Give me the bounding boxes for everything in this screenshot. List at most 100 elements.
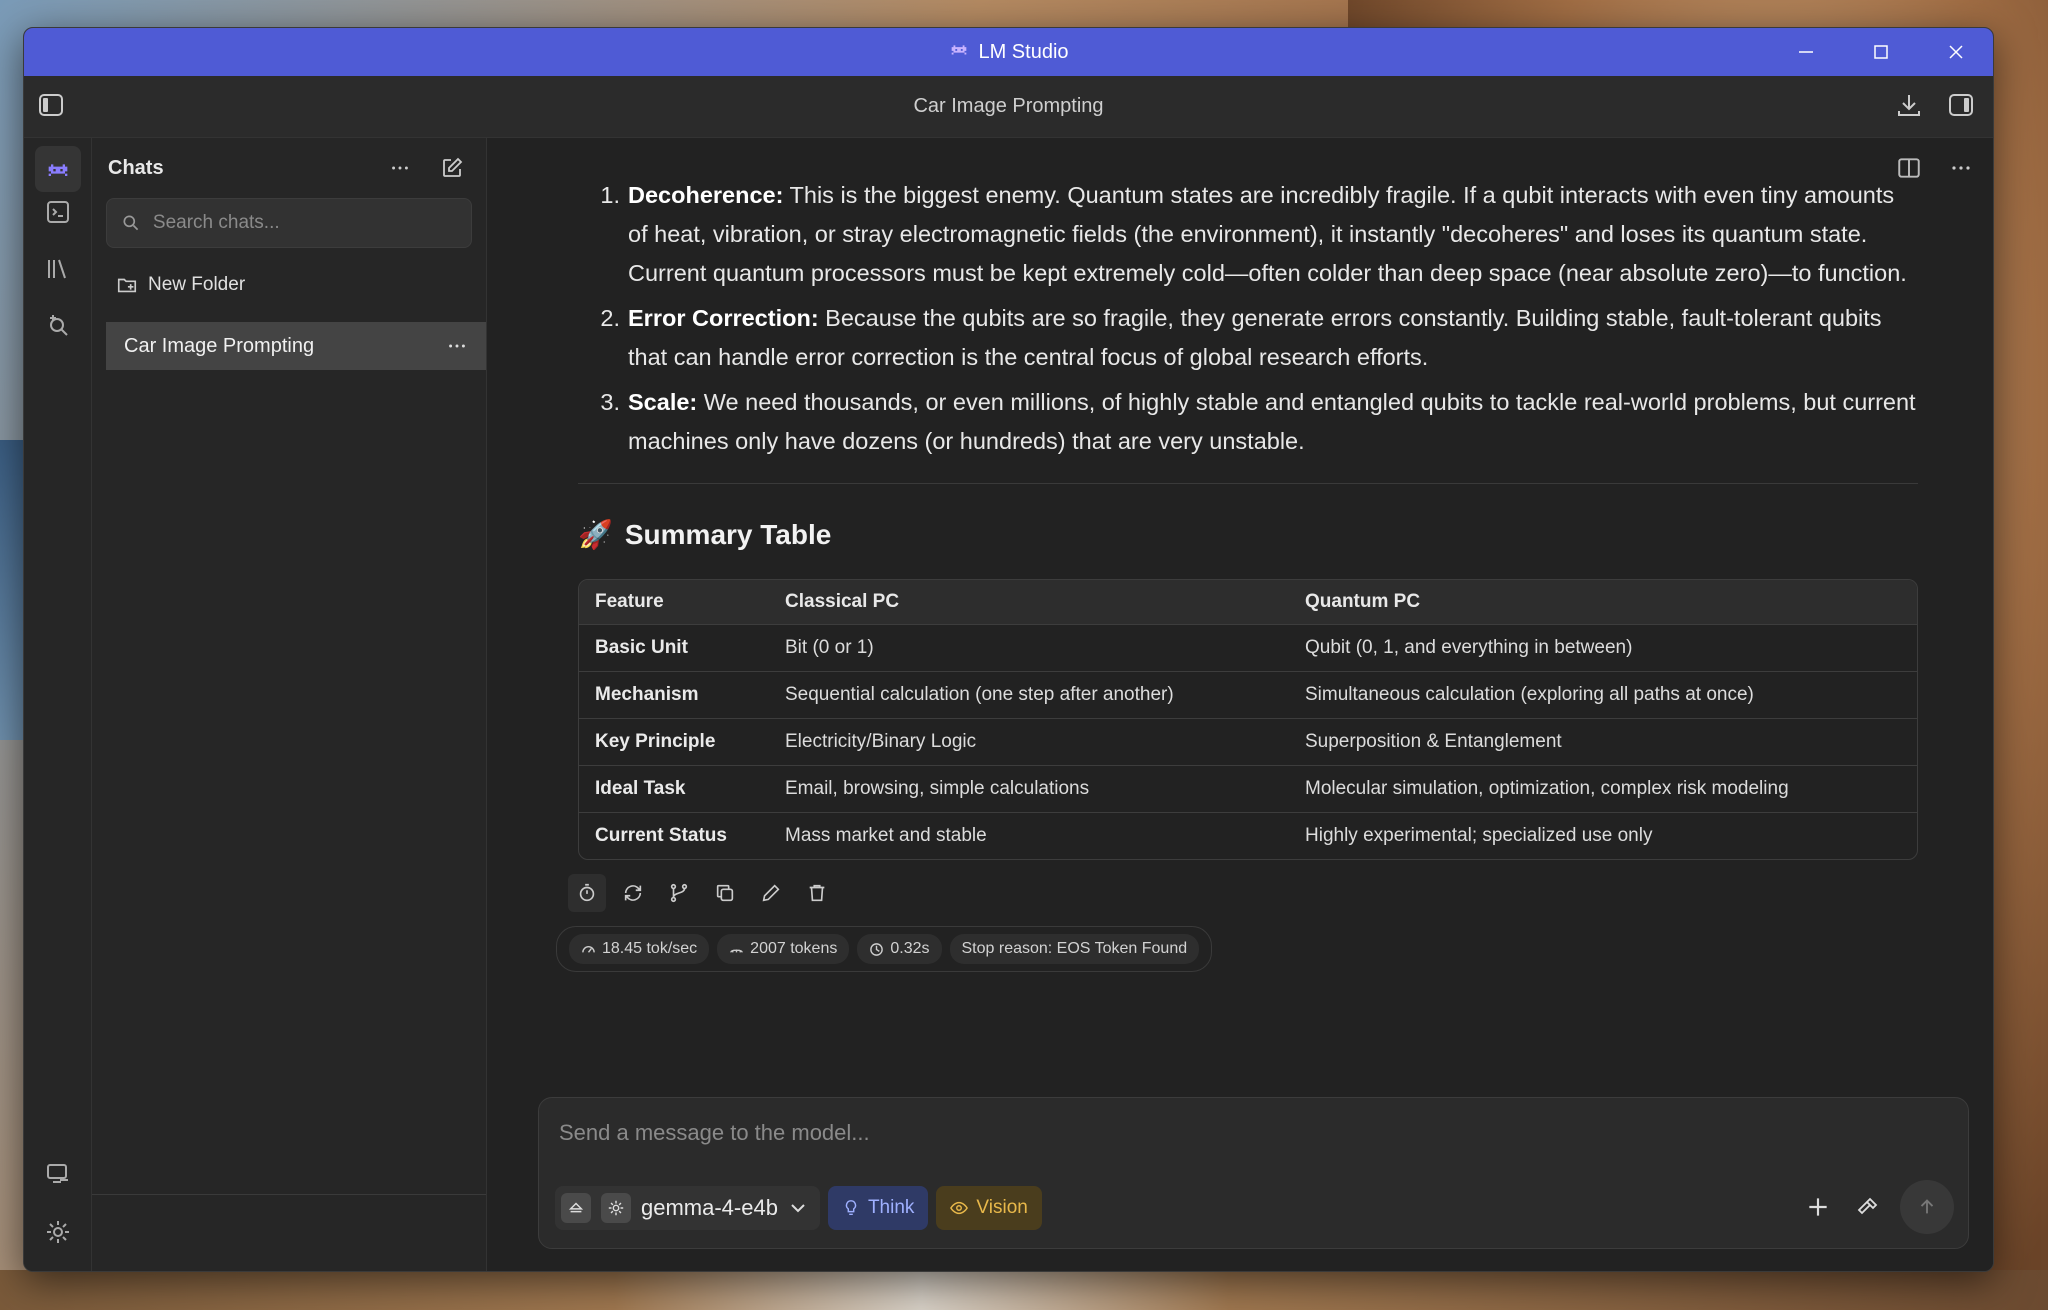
table-cell: Qubit (0, 1, and everything in between) [1289,624,1917,671]
table-row: Key Principle Electricity/Binary Logic S… [579,718,1917,765]
rail-settings-button[interactable] [35,1209,81,1255]
chat-robot-icon [48,164,68,176]
chats-heading: Chats [108,156,164,179]
pencil-icon [762,884,780,902]
table-row: Ideal Task Email, browsing, simple calcu… [579,765,1917,812]
chat-item-label: Car Image Prompting [124,334,315,357]
rail-developer-button[interactable] [35,189,81,235]
new-folder-button[interactable]: New Folder [106,262,472,308]
stop-reason-stat: Stop reason: EOS Token Found [949,934,1200,964]
composer-tools [1800,1180,1954,1234]
eject-icon [568,1202,584,1213]
devices-link-icon [47,1164,68,1183]
table-cell: Superposition & Entanglement [1289,718,1917,765]
rail-discover-button[interactable] [35,301,81,347]
rail-link-devices-button[interactable] [35,1151,81,1197]
rail-models-button[interactable] [35,246,81,292]
table-cell: Molecular simulation, optimization, comp… [1289,765,1917,812]
timer-button[interactable] [568,874,606,912]
folder-plus-icon [117,278,137,293]
table-cell: Basic Unit [579,624,769,671]
sidebar-footer-divider [92,1194,486,1195]
eject-model-button[interactable] [561,1193,591,1223]
hammer-icon [1857,1197,1878,1215]
compose-icon [443,157,463,177]
new-chat-button[interactable] [434,150,470,186]
time-stat: 0.32s [857,934,942,964]
delete-button[interactable] [798,874,836,912]
vision-toggle[interactable]: Vision [936,1186,1042,1230]
list-item: 1. Decoherence: This is the biggest enem… [600,182,1907,286]
chat-item-more-icon[interactable] [446,335,468,357]
message-composer: gemma-4-e4b Think Vision [538,1097,1969,1249]
more-horizontal-icon [392,166,408,170]
table-cell: Bit (0 or 1) [769,624,1289,671]
copy-icon [716,884,734,902]
table-header: Classical PC [769,580,1289,624]
attach-button[interactable] [1800,1189,1836,1225]
table-cell: Current Status [579,812,769,859]
table-cell: Simultaneous calculation (exploring all … [1289,671,1917,718]
eye-icon [950,1201,969,1215]
table-cell: Highly experimental; specialized use onl… [1289,812,1917,859]
gauge-icon [582,945,595,953]
app-title: LM Studio [948,38,1069,66]
arrow-up-icon [1920,1199,1934,1214]
list-item: 2. Error Correction: Because the qubits … [600,305,1882,370]
think-toggle[interactable]: Think [827,1186,929,1230]
toggle-sidebar-button[interactable] [37,91,65,119]
search-input[interactable] [152,212,457,234]
chats-sidebar: Chats New Folder Car Image Prompting [92,138,487,1271]
search-chats [106,198,472,248]
maximize-button[interactable] [1843,28,1918,76]
download-button[interactable] [1895,91,1923,119]
tools-button[interactable] [1850,1189,1886,1225]
table-cell: Mass market and stable [769,812,1289,859]
gear-icon [608,1200,624,1216]
chevron-down-icon [791,1204,805,1213]
table-cell: Email, browsing, simple calculations [769,765,1289,812]
rail-chat-button[interactable] [35,146,81,192]
table-header: Feature [579,580,769,624]
terminal-icon [47,201,69,223]
regenerate-button[interactable] [614,874,652,912]
close-button[interactable] [1918,28,1993,76]
summary-heading: 🚀 Summary Table [578,518,832,551]
table-row: Basic Unit Bit (0 or 1) Qubit (0, 1, and… [579,624,1917,671]
composer-controls: gemma-4-e4b Think Vision [555,1186,1042,1230]
trash-icon [809,884,825,902]
table-cell: Sequential calculation (one step after a… [769,671,1289,718]
chats-more-button[interactable] [382,150,418,186]
copy-button[interactable] [706,874,744,912]
minimize-button[interactable] [1768,28,1843,76]
more-horizontal-icon [1952,166,1970,170]
model-selector[interactable]: gemma-4-e4b [555,1186,820,1230]
message-actions [568,874,1918,912]
clock-icon [870,942,884,956]
message-input[interactable] [559,1120,1948,1160]
library-icon [48,259,66,279]
model-settings-button[interactable] [601,1193,631,1223]
table-cell: Ideal Task [579,765,769,812]
chats-header: Chats [92,138,486,198]
send-button[interactable] [1900,1180,1954,1234]
title-bar: LM Studio [24,28,1993,76]
nav-rail [24,138,92,1271]
table-header: Quantum PC [1289,580,1917,624]
chat-title: Car Image Prompting [913,95,1104,117]
app-window: LM Studio Car Image Prompting Chats Sear… [23,27,1994,1272]
edit-button[interactable] [752,874,790,912]
branch-button[interactable] [660,874,698,912]
tokens-icon [730,949,743,953]
toggle-right-panel-button[interactable] [1947,91,1975,119]
tokens-stat: 2007 tokens [717,934,850,964]
search-icon [123,215,139,231]
new-folder-label: New Folder [148,274,246,295]
table-row: Mechanism Sequential calculation (one st… [579,671,1917,718]
app-bar: Car Image Prompting [24,76,1993,138]
chat-item-car-image-prompting[interactable]: Car Image Prompting [106,322,486,370]
lmstudio-logo-icon [948,38,970,66]
chat-more-button[interactable] [1943,150,1979,186]
section-divider [578,483,1918,484]
table-cell: Mechanism [579,671,769,718]
